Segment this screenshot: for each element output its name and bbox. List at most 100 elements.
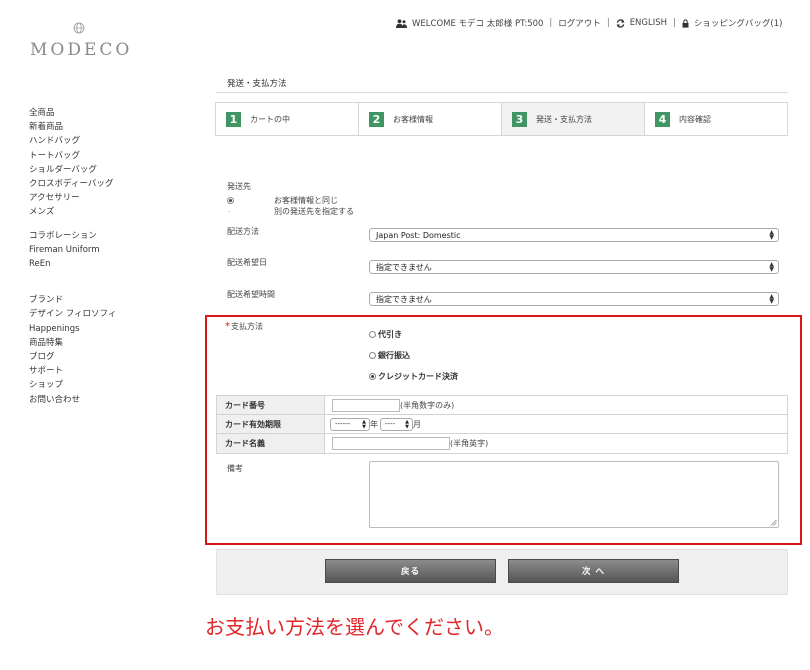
resize-grip-icon[interactable] [770, 519, 777, 526]
payment-method-label: 支払方法 [231, 322, 263, 331]
sidebar-item-new[interactable]: 新着商品 [29, 120, 179, 134]
step-label: カートの中 [250, 114, 290, 124]
payment-credit-radio[interactable] [369, 373, 376, 380]
action-bar [216, 549, 788, 595]
top-bar: WELCOME モデコ 太郎様 PT:500 | ログアウト | ENGLISH… [396, 17, 782, 29]
delivery-time-value: 指定できません [376, 294, 432, 304]
sidebar-item-accessory[interactable]: アクセサリー [29, 191, 179, 205]
sidebar-item-shop[interactable]: ショップ [29, 378, 179, 392]
logo-globe-icon [73, 22, 85, 34]
payment-credit-label[interactable]: クレジットカード決済 [378, 371, 458, 382]
card-number-input[interactable] [332, 398, 400, 412]
page-title: 発送・支払方法 [227, 79, 287, 89]
step-confirm: 4 内容確認 [645, 103, 787, 135]
delivery-method-value: Japan Post: Domestic [376, 230, 461, 240]
delivery-date-value: 指定できません [376, 262, 432, 272]
card-name-hint: (半角英字) [450, 439, 489, 448]
card-expiry-label: カード有効期限 [217, 415, 325, 433]
expiry-day-value: ---- [385, 420, 396, 428]
sidebar-item-design[interactable]: デザイン フィロソフィ [29, 307, 179, 321]
card-name-label: カード名義 [217, 434, 325, 453]
card-details-table: カード番号 (半角数字のみ) カード有効期限 ------ ▲ ▼ 年 ---- … [216, 395, 788, 454]
sidebar-item-crossbody[interactable]: クロスボディーバッグ [29, 177, 179, 191]
refresh-icon [616, 18, 625, 28]
logout-link[interactable]: ログアウト [558, 17, 601, 29]
delivery-date-select[interactable]: 指定できません ▲ ▼ [369, 260, 779, 274]
sidebar-nav: 全商品 新着商品 ハンドバッグ トートバッグ ショルダーバッグ クロスボディーバ… [29, 106, 179, 416]
sidebar-item-tote[interactable]: トートバッグ [29, 149, 179, 163]
delivery-time-select[interactable]: 指定できません ▲ ▼ [369, 292, 779, 306]
destination-other-label[interactable]: 別の発送先を指定する [274, 206, 354, 217]
sidebar-item-reen[interactable]: ReEn [29, 257, 179, 271]
separator: | [673, 18, 676, 28]
card-number-label: カード番号 [217, 396, 325, 414]
back-button[interactable]: 戻る [325, 559, 496, 583]
notes-textarea[interactable] [369, 461, 779, 528]
card-number-hint: (半角数字のみ) [400, 400, 455, 410]
step-shipping-payment: 3 発送・支払方法 [502, 103, 645, 135]
card-number-cell: (半角数字のみ) [325, 396, 787, 414]
brand-logo[interactable]: MODECO [30, 40, 132, 60]
notes-label: 備考 [227, 464, 243, 473]
sidebar-item-all[interactable]: 全商品 [29, 106, 179, 120]
sidebar-group-info: ブランド デザイン フィロソフィ Happenings 商品特集 ブログ サポー… [29, 293, 179, 407]
language-link[interactable]: ENGLISH [630, 18, 667, 28]
delivery-time-label: 配送希望時間 [227, 290, 275, 299]
user-icon [396, 18, 407, 28]
step-label: お客様情報 [393, 114, 433, 124]
expiry-day-select[interactable]: ---- ▲ ▼ [380, 417, 413, 431]
delivery-method-select[interactable]: Japan Post: Domestic ▲ ▼ [369, 228, 779, 242]
card-number-row: カード番号 (半角数字のみ) [217, 396, 787, 415]
sidebar-item-handbag[interactable]: ハンドバッグ [29, 134, 179, 148]
payment-bank-label[interactable]: 銀行振込 [378, 350, 410, 361]
required-mark: * [225, 321, 230, 332]
year-unit: 年 [370, 419, 378, 429]
sidebar-item-contact[interactable]: お問い合わせ [29, 393, 179, 407]
delivery-method-label: 配送方法 [227, 227, 259, 236]
select-arrows-icon: ▲ ▼ [362, 418, 366, 430]
payment-credit-option[interactable]: クレジットカード決済 [369, 371, 458, 382]
next-button[interactable]: 次 へ [508, 559, 679, 583]
destination-same-radio[interactable] [227, 197, 234, 204]
payment-bank-option[interactable]: 銀行振込 [369, 350, 410, 361]
lock-icon [682, 18, 689, 28]
payment-bank-radio[interactable] [369, 352, 376, 359]
shopping-bag-link[interactable]: ショッピングバッグ(1) [694, 17, 783, 29]
delivery-date-label: 配送希望日 [227, 258, 267, 267]
sidebar-item-features[interactable]: 商品特集 [29, 336, 179, 350]
month-unit: 月 [413, 419, 421, 429]
payment-cod-radio[interactable] [369, 331, 376, 338]
sidebar-item-mens[interactable]: メンズ [29, 205, 179, 219]
payment-cod-label[interactable]: 代引き [378, 329, 402, 340]
expiry-month-select[interactable]: ------ ▲ ▼ [330, 417, 370, 431]
sidebar-item-collaboration[interactable]: コラボレーション [29, 229, 179, 243]
destination-same-label[interactable]: お客様情報と同じ [274, 195, 338, 206]
divider [216, 92, 788, 93]
radio-placeholder-dot: . [228, 206, 231, 214]
destination-label: 発送先 [227, 182, 251, 191]
sidebar-item-happenings[interactable]: Happenings [29, 322, 179, 336]
card-name-row: カード名義 (半角英字) [217, 434, 787, 453]
sidebar-item-support[interactable]: サポート [29, 364, 179, 378]
payment-method-label-row: * 支払方法 [225, 321, 263, 332]
select-arrows-icon: ▲ ▼ [769, 261, 774, 273]
welcome-text: WELCOME モデコ 太郎様 PT:500 [412, 19, 544, 29]
step-customer-info: 2 お客様情報 [359, 103, 502, 135]
checkout-steps: 1 カートの中 2 お客様情報 3 発送・支払方法 4 内容確認 [215, 102, 788, 136]
step-number: 4 [655, 111, 670, 127]
card-expiry-cell: ------ ▲ ▼ 年 ---- ▲ ▼ 月 [325, 415, 787, 433]
step-number: 2 [369, 111, 384, 127]
instruction-text: お支払い方法を選んでください。 [205, 615, 504, 639]
step-cart: 1 カートの中 [216, 103, 359, 135]
sidebar-item-brand[interactable]: ブランド [29, 293, 179, 307]
select-arrows-icon: ▲ ▼ [405, 418, 409, 430]
expiry-month-value: ------ [335, 420, 351, 428]
sidebar-item-blog[interactable]: ブログ [29, 350, 179, 364]
card-name-input[interactable] [332, 437, 450, 450]
step-number: 1 [226, 111, 241, 127]
sidebar-item-fireman[interactable]: Fireman Uniform [29, 243, 179, 257]
payment-cod-option[interactable]: 代引き [369, 329, 402, 340]
step-label: 内容確認 [679, 114, 711, 124]
sidebar-item-shoulder[interactable]: ショルダーバッグ [29, 163, 179, 177]
separator: | [606, 18, 610, 28]
